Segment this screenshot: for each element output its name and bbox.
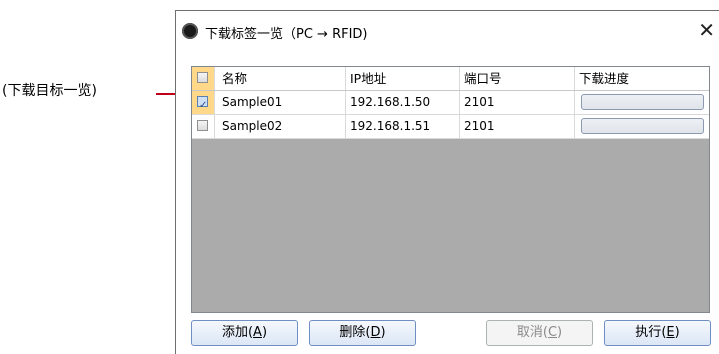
download-progress-bar	[581, 118, 704, 134]
cancel-button[interactable]: 取消(C)	[486, 320, 593, 346]
add-button-mnemonic: A	[253, 325, 262, 340]
execute-button-mnemonic: E	[666, 325, 675, 340]
cell-ip: 192.168.1.51	[346, 115, 460, 138]
check-mark-icon: ✓	[199, 100, 208, 111]
row-checkbox-cell[interactable]	[192, 115, 215, 138]
delete-button-mnemonic: D	[370, 325, 381, 340]
delete-button[interactable]: 删除(D)	[309, 320, 416, 346]
table-row[interactable]: ✓ Sample01 192.168.1.50 2101	[192, 91, 709, 115]
app-icon	[182, 23, 198, 39]
window-title: 下载标签一览（PC → RFID)	[205, 27, 368, 42]
cell-port: 2101	[460, 91, 575, 114]
column-header-ip[interactable]: IP地址	[346, 67, 460, 90]
row-checkbox-cell[interactable]: ✓	[192, 91, 215, 114]
title-bar[interactable]: 下载标签一览（PC → RFID) ✕	[176, 11, 719, 51]
download-dialog: 下载标签一览（PC → RFID) ✕ 名称 IP地址 端口号 下载进度 ✓ S…	[175, 10, 719, 354]
cell-progress	[575, 115, 709, 138]
select-all-checkbox[interactable]	[197, 72, 208, 83]
delete-button-label: 删除	[339, 325, 366, 340]
cell-port: 2101	[460, 115, 575, 138]
cancel-button-label: 取消	[516, 325, 543, 340]
cancel-button-mnemonic: C	[547, 325, 558, 340]
column-header-progress[interactable]: 下载进度	[575, 67, 709, 90]
column-header-name[interactable]: 名称	[215, 67, 346, 90]
table-row[interactable]: Sample02 192.168.1.51 2101	[192, 115, 709, 139]
cell-name: Sample02	[215, 115, 346, 138]
execute-button[interactable]: 执行(E)	[604, 320, 711, 346]
row-checkbox[interactable]: ✓	[197, 96, 208, 111]
add-button-label: 添加	[221, 325, 248, 340]
execute-button-label: 执行	[635, 325, 662, 340]
cell-progress	[575, 91, 709, 114]
column-header-port[interactable]: 端口号	[460, 67, 575, 90]
grid-header: 名称 IP地址 端口号 下载进度	[192, 67, 709, 91]
add-button[interactable]: 添加(A)	[191, 320, 298, 346]
header-checkbox-cell[interactable]	[192, 67, 215, 90]
row-checkbox[interactable]	[197, 120, 208, 131]
close-icon[interactable]: ✕	[698, 18, 715, 42]
download-progress-bar	[581, 94, 704, 110]
cell-name: Sample01	[215, 91, 346, 114]
cell-ip: 192.168.1.50	[346, 91, 460, 114]
callout-label: (下载目标一览)	[2, 83, 97, 99]
download-target-grid[interactable]: 名称 IP地址 端口号 下载进度 ✓ Sample01 192.168.1.50…	[191, 66, 710, 313]
